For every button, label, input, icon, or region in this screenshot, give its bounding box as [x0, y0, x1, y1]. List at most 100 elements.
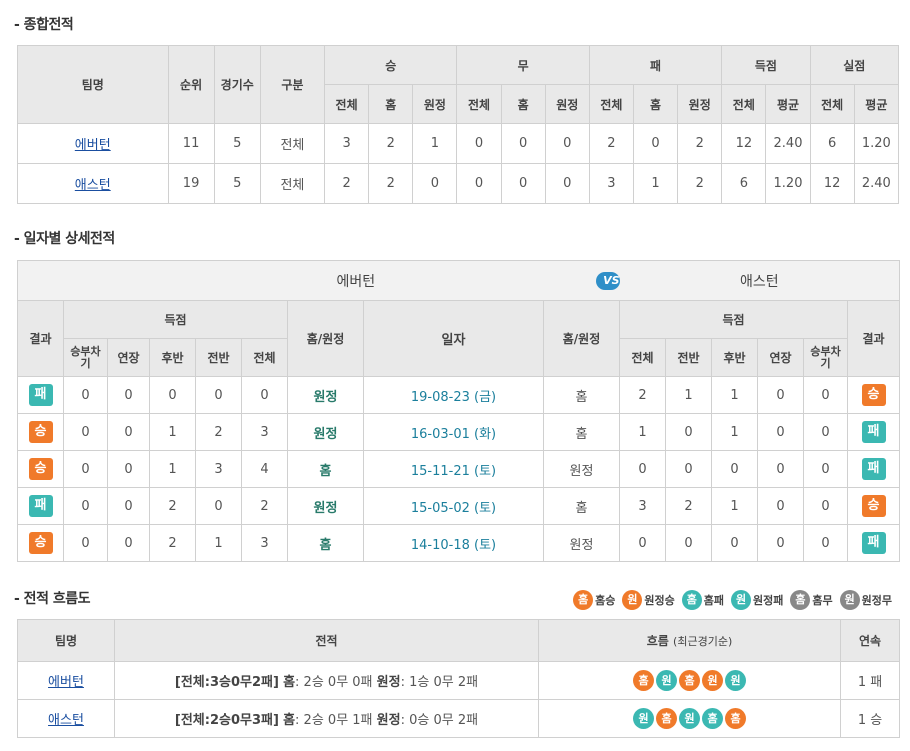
- cell: 15-05-02 (토): [362, 487, 545, 525]
- cell: 19-08-23 (금): [362, 376, 545, 414]
- record-summary: [전체:2승0무3패]: [174, 713, 279, 728]
- away-label: 원정: [376, 713, 401, 728]
- flow-al-icon: 원: [725, 670, 746, 691]
- sub-et: 연장: [107, 338, 150, 377]
- col-team: 팀명: [17, 619, 115, 662]
- cell: 15-11-21 (토): [362, 450, 545, 488]
- cell: 0: [195, 376, 242, 414]
- cell: 0: [149, 376, 196, 414]
- legend-hw-icon: 홈: [573, 590, 594, 610]
- cell: 1: [711, 376, 759, 414]
- table-row: 패 0 0 2 0 2 원정 15-05-02 (토) 홈 3 2 1 0 0 승: [17, 487, 901, 525]
- cell: 5: [213, 163, 261, 204]
- sub-avg: 평균: [765, 84, 811, 124]
- flow-hw-icon: 홈: [633, 670, 654, 691]
- cell: 2: [619, 376, 667, 414]
- table-row: 승 0 0 1 3 4 홈 15-11-21 (토) 원정 0 0 0 0 0 패: [17, 450, 901, 488]
- cell: 2: [241, 487, 288, 525]
- cell: 0: [665, 413, 713, 451]
- col-result: 결과: [847, 300, 901, 377]
- cell: 0: [107, 487, 150, 525]
- col-venue: 홈/원정: [287, 300, 364, 377]
- cell: 0: [619, 450, 667, 488]
- cell: 0: [544, 163, 590, 204]
- team-link[interactable]: 애스턴: [48, 713, 84, 728]
- flow-hw-icon: 홈: [725, 708, 746, 729]
- cell: 16-03-01 (화): [362, 413, 545, 451]
- home-team-name: 에버턴: [336, 273, 376, 290]
- cell: 0: [107, 413, 150, 451]
- cell: 2: [588, 123, 635, 164]
- flow-hl-icon: 홈: [702, 708, 723, 729]
- sub-et: 연장: [757, 338, 805, 377]
- col-score: 득점: [63, 300, 288, 339]
- cell: 3: [588, 163, 635, 204]
- cell: 12: [809, 163, 855, 204]
- legend-hl-icon: 홈: [681, 590, 702, 610]
- legend-label: 홈승: [595, 594, 616, 607]
- cell: 2: [677, 123, 723, 164]
- col-scored: 득점: [721, 45, 811, 85]
- cell: 0: [63, 413, 108, 451]
- cell: 3: [195, 450, 242, 488]
- cell: 3: [324, 123, 370, 164]
- cell: 3: [241, 524, 288, 562]
- sub-away: 원정: [412, 84, 458, 124]
- flow-table: 팀명 전적 흐름 (최근경기순) 연속 에버턴 [전체:3승0무2패] 홈: 2승…: [17, 619, 900, 738]
- sub-h1: 전반: [195, 338, 242, 377]
- col-team: 팀명: [17, 45, 169, 124]
- home-record: : 2승 0무 1패: [295, 713, 373, 728]
- home-label: 홈: [283, 713, 296, 728]
- table-row: 애스턴 19 5 전체 2 2 0 0 0 0 3 1 2 6 1.20 12 …: [17, 163, 900, 204]
- team-link[interactable]: 애스턴: [75, 178, 111, 193]
- cell: 전체: [259, 163, 326, 204]
- cell: 1: [195, 524, 242, 562]
- sub-h2: 후반: [711, 338, 759, 377]
- sub-h2: 후반: [149, 338, 196, 377]
- cell: 홈: [543, 487, 621, 525]
- home-label: 홈: [283, 675, 296, 690]
- cell: 홈: [287, 450, 364, 488]
- cell: 1: [665, 376, 713, 414]
- cell: 2: [149, 524, 196, 562]
- cell: 0: [803, 524, 849, 562]
- sub-away: 원정: [677, 84, 723, 124]
- cell: 0: [107, 524, 150, 562]
- cell: 14-10-18 (토): [362, 524, 545, 562]
- result-badge: 승: [28, 421, 53, 443]
- col-win: 승: [324, 45, 458, 85]
- cell: 5: [213, 123, 261, 164]
- sub-total: 전체: [324, 84, 370, 124]
- cell: 0: [665, 524, 713, 562]
- cell: 2: [324, 163, 370, 204]
- sub-home: 홈: [368, 84, 414, 124]
- table-row: 애스턴 [전체:2승0무3패] 홈: 2승 0무 1패 원정: 0승 0무 2패 원…: [17, 699, 900, 738]
- sub-h1: 전반: [665, 338, 713, 377]
- result-badge: 패: [28, 384, 53, 406]
- sub-total: 전체: [241, 338, 288, 377]
- away-team-name: 애스턴: [739, 273, 779, 290]
- record-summary: [전체:3승0무2패]: [174, 675, 279, 690]
- sub-pk: 승부차기: [63, 338, 108, 377]
- sub-total: 전체: [588, 84, 635, 124]
- sub-pk: 승부차기: [803, 338, 849, 377]
- col-score: 득점: [619, 300, 849, 339]
- col-flow-note: (최근경기순): [673, 635, 733, 648]
- col-date: 일자: [362, 300, 545, 377]
- legend-al-icon: 원: [731, 590, 751, 610]
- cell: 2: [665, 487, 713, 525]
- sub-away: 원정: [544, 84, 590, 124]
- home-record: : 2승 0무 0패: [295, 675, 373, 690]
- cell: 0: [412, 163, 458, 204]
- result-badge: 패: [861, 532, 886, 554]
- cell: 4: [241, 450, 288, 488]
- flow-al-icon: 원: [633, 708, 654, 729]
- team-link[interactable]: 에버턴: [75, 138, 111, 153]
- cell: 0: [711, 450, 759, 488]
- result-badge: 승: [28, 532, 53, 554]
- sub-total: 전체: [619, 338, 667, 377]
- cell: 3: [619, 487, 667, 525]
- team-link[interactable]: 에버턴: [48, 675, 84, 690]
- cell: 1: [711, 413, 759, 451]
- legend-ad-icon: 원: [839, 590, 860, 610]
